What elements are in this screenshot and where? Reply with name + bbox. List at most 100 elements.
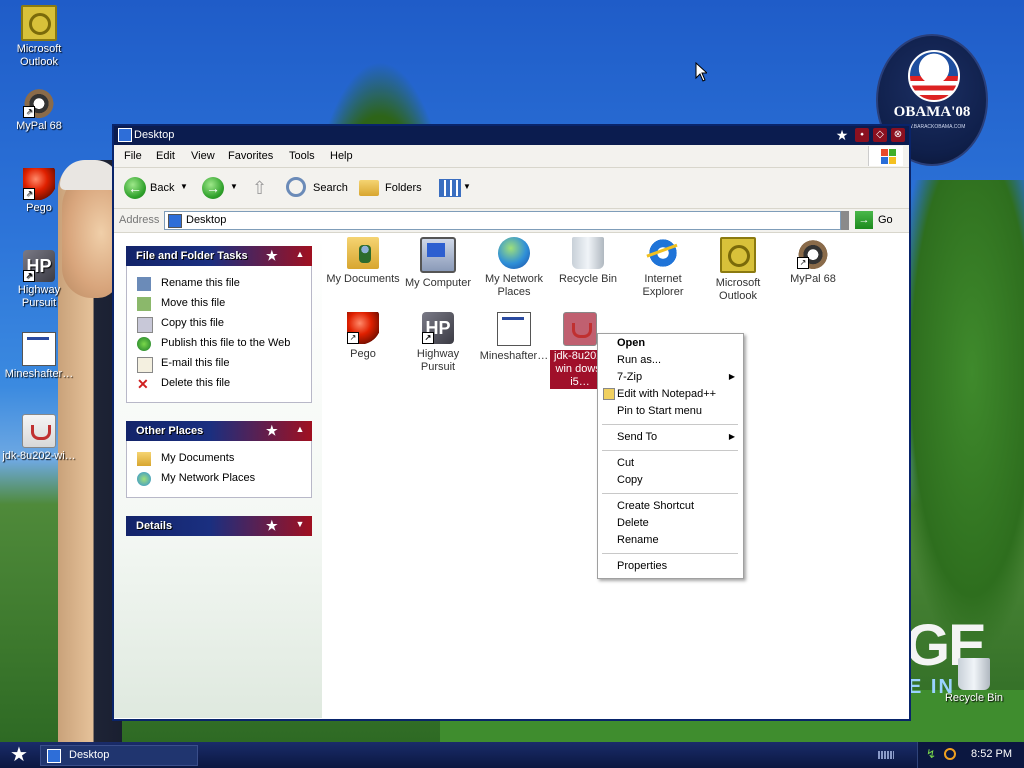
taskbar-button-desktop[interactable]: Desktop — [40, 745, 198, 766]
item-mypal[interactable]: ↗ MyPal 68 — [775, 237, 851, 286]
other-places-panel: My Documents My Network Places — [126, 441, 312, 498]
ctx-cut[interactable]: Cut — [617, 457, 634, 469]
menu-tools[interactable]: Tools — [289, 150, 315, 162]
ctx-properties[interactable]: Properties — [617, 560, 667, 572]
item-recycle-bin[interactable]: Recycle Bin — [550, 237, 626, 286]
outlook-icon — [21, 5, 57, 41]
address-bar: Address Desktop → Go — [114, 209, 909, 233]
item-label: Highway Pursuit — [416, 348, 460, 373]
desktop-icon-label: MyPal 68 — [16, 120, 62, 132]
rename-icon — [137, 277, 151, 291]
star-icon: ★ — [835, 127, 849, 143]
place-label: My Network Places — [161, 472, 256, 484]
item-my-documents[interactable]: My Documents — [325, 237, 401, 286]
ctx-edit-notepad[interactable]: Edit with Notepad++ — [617, 388, 716, 400]
desktop-icon-pego[interactable]: ↗ Pego — [2, 168, 76, 215]
email-icon — [137, 357, 153, 373]
collapse-chevron-icon[interactable]: ▲ — [294, 249, 306, 261]
minimize-button[interactable]: ⬩ — [855, 128, 869, 142]
menu-file[interactable]: File — [124, 150, 142, 162]
desktop-icon-mineshafter[interactable]: Mineshafter… — [2, 332, 76, 381]
folders-button[interactable]: Folders — [385, 182, 422, 194]
menu-favorites[interactable]: Favorites — [228, 150, 273, 162]
desktop-icon-highway-pursuit[interactable]: HP ↗ Highway Pursuit — [2, 250, 76, 310]
item-label: Pego — [350, 348, 376, 360]
back-button[interactable]: Back — [150, 182, 174, 194]
file-folder-tasks-header[interactable]: File and Folder Tasks ★ ▲ — [126, 246, 312, 266]
address-dropdown-button[interactable] — [841, 211, 849, 230]
views-dropdown-icon[interactable]: ▼ — [463, 182, 471, 191]
views-icon[interactable] — [439, 179, 461, 197]
collapse-chevron-icon[interactable]: ▲ — [294, 424, 306, 436]
item-label: My Documents — [326, 273, 400, 285]
start-button[interactable]: ★ — [3, 744, 35, 766]
item-pego[interactable]: ↗ Pego — [325, 312, 401, 361]
task-label: Publish this file to the Web — [161, 337, 291, 349]
menu-separator — [602, 493, 738, 494]
item-internet-explorer[interactable]: Internet Explorer — [625, 237, 701, 299]
item-my-network-places[interactable]: My Network Places — [476, 237, 552, 299]
recycle-bin-icon — [572, 237, 604, 269]
go-button[interactable]: Go — [878, 214, 893, 226]
back-dropdown-icon[interactable]: ▼ — [180, 182, 188, 191]
item-outlook[interactable]: Microsoft Outlook — [700, 237, 776, 303]
forward-button[interactable]: → — [202, 177, 224, 199]
ctx-copy[interactable]: Copy — [617, 474, 643, 486]
clock[interactable]: 8:52 PM — [971, 748, 1012, 760]
window-titlebar[interactable]: Desktop ★ ⬩ ◇ ⊗ — [114, 126, 909, 145]
highway-pursuit-icon: HP ↗ — [23, 250, 55, 282]
close-button[interactable]: ⊗ — [891, 128, 905, 142]
maximize-button[interactable]: ◇ — [873, 128, 887, 142]
mineshafter-icon — [497, 312, 531, 346]
desktop-icon-label: Recycle Bin — [944, 692, 1004, 704]
desktop-icon-jdk[interactable]: jdk-8u202-wi… — [2, 414, 76, 463]
item-my-computer[interactable]: My Computer — [400, 237, 476, 290]
toolbar: ← Back ▼ → ▼ ⇧ Search Folders ▼ — [114, 168, 909, 209]
search-icon[interactable] — [286, 177, 306, 197]
item-highway-pursuit[interactable]: HP ↗ Highway Pursuit — [400, 312, 476, 374]
menu-edit[interactable]: Edit — [156, 150, 175, 162]
up-folder-icon[interactable]: ⇧ — [252, 178, 272, 198]
address-label: Address — [119, 214, 160, 226]
forward-dropdown-icon[interactable]: ▼ — [230, 182, 238, 191]
ctx-delete[interactable]: Delete — [617, 517, 649, 529]
search-tray-icon[interactable] — [944, 748, 956, 760]
network-tray-icon[interactable]: ↯ — [926, 748, 938, 760]
task-label: E-mail this file — [161, 357, 230, 369]
network-places-icon — [498, 237, 530, 269]
desktop-icon-outlook[interactable]: Microsoft Outlook — [2, 5, 76, 69]
mineshafter-icon — [22, 332, 56, 366]
item-label: My Network Places — [484, 273, 544, 298]
expand-chevron-icon[interactable]: ▼ — [294, 519, 306, 531]
panel-title: Details — [136, 520, 173, 532]
submenu-arrow-icon: ▶ — [728, 432, 735, 441]
keyboard-icon[interactable] — [878, 751, 894, 759]
search-button[interactable]: Search — [313, 182, 348, 194]
ctx-pin-start[interactable]: Pin to Start menu — [617, 405, 702, 417]
task-pane: File and Folder Tasks ★ ▲ Rename this fi… — [114, 233, 322, 718]
other-places-header[interactable]: Other Places ★ ▲ — [126, 421, 312, 441]
taskbar-button-label: Desktop — [69, 749, 110, 761]
address-value: Desktop — [186, 214, 227, 226]
ctx-create-shortcut[interactable]: Create Shortcut — [617, 500, 694, 512]
address-field[interactable]: Desktop — [164, 211, 841, 230]
menu-view[interactable]: View — [191, 150, 215, 162]
item-label: MyPal 68 — [790, 273, 836, 285]
desktop-icon-mypal[interactable]: ↗ MyPal 68 — [2, 86, 76, 133]
ctx-run-as[interactable]: Run as... — [617, 354, 661, 366]
java-installer-icon — [563, 312, 597, 346]
menu-help[interactable]: Help — [330, 150, 353, 162]
back-arrow-icon[interactable]: ← — [124, 177, 146, 199]
ctx-7zip[interactable]: 7-Zip — [617, 371, 642, 383]
item-mineshafter[interactable]: Mineshafter… — [476, 312, 552, 363]
ctx-send-to[interactable]: Send To — [617, 431, 657, 443]
folders-icon[interactable] — [359, 180, 379, 196]
campaign-logo-icon — [908, 50, 960, 102]
ctx-open[interactable]: Open — [617, 337, 645, 349]
desktop-icon-recycle-bin[interactable]: Recycle Bin — [937, 658, 1011, 705]
file-folder-tasks-panel: Rename this file Move this file Copy thi… — [126, 266, 312, 403]
context-menu: Open Run as... 7-Zip ▶ Edit with Notepad… — [597, 333, 744, 579]
details-header[interactable]: Details ★ ▼ — [126, 516, 312, 536]
go-arrow-icon[interactable]: → — [855, 211, 873, 229]
ctx-rename[interactable]: Rename — [617, 534, 659, 546]
